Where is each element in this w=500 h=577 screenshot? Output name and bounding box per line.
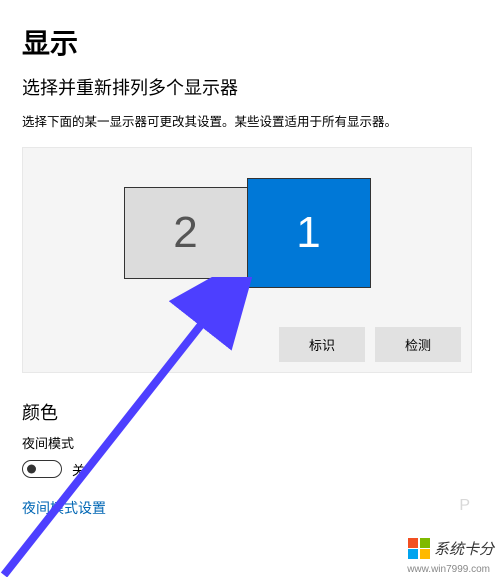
arrange-description: 选择下面的某一显示器可更改其设置。某些设置适用于所有显示器。 xyxy=(22,114,478,132)
identify-button[interactable]: 标识 xyxy=(279,327,365,362)
display-arrange-panel: 2 1 标识 检测 xyxy=(22,147,472,373)
detect-button[interactable]: 检测 xyxy=(375,327,461,362)
night-light-toggle[interactable] xyxy=(22,460,62,478)
panel-actions: 标识 检测 xyxy=(23,319,471,372)
section-header-arrange: 选择并重新排列多个显示器 xyxy=(22,74,478,100)
toggle-knob xyxy=(27,465,36,474)
display-box-1[interactable]: 1 xyxy=(247,178,371,288)
night-light-settings-link[interactable]: 夜间模式设置 xyxy=(22,498,106,518)
watermark-text: 系统卡分 xyxy=(434,538,494,559)
display-area[interactable]: 2 1 xyxy=(23,148,471,319)
toggle-state-text: 关 xyxy=(72,460,85,479)
windows-logo-icon xyxy=(408,538,430,560)
night-light-label: 夜间模式 xyxy=(22,433,478,452)
night-light-toggle-row: 关 xyxy=(22,460,478,479)
display-box-2[interactable]: 2 xyxy=(124,187,248,279)
watermark: 系统卡分 xyxy=(408,538,494,560)
watermark-p: P xyxy=(459,497,470,515)
page-title: 显示 xyxy=(22,22,478,62)
section-title-color: 颜色 xyxy=(22,399,478,425)
watermark-url: www.win7999.com xyxy=(407,564,490,575)
